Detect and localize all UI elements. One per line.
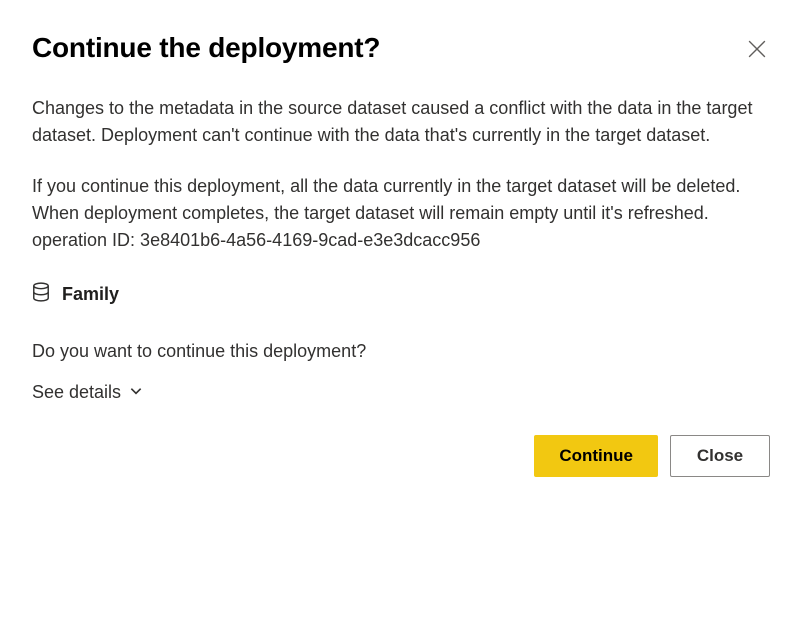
continue-button[interactable]: Continue <box>534 435 658 477</box>
warning-paragraph-2: If you continue this deployment, all the… <box>32 173 770 227</box>
close-dialog-button[interactable]: Close <box>670 435 770 477</box>
chevron-down-icon <box>129 382 143 403</box>
dialog-title: Continue the deployment? <box>32 32 380 64</box>
operation-id: operation ID: 3e8401b6-4a56-4169-9cad-e3… <box>32 227 770 254</box>
dataset-row: Family <box>32 282 770 307</box>
see-details-label: See details <box>32 382 121 403</box>
warning-paragraph-1: Changes to the metadata in the source da… <box>32 95 770 149</box>
confirm-question: Do you want to continue this deployment? <box>32 339 770 364</box>
dataset-icon <box>32 282 50 307</box>
dataset-name: Family <box>62 284 119 305</box>
see-details-toggle[interactable]: See details <box>32 382 143 403</box>
close-icon <box>748 45 766 62</box>
close-button[interactable] <box>744 36 770 67</box>
dialog-button-row: Continue Close <box>32 435 770 477</box>
